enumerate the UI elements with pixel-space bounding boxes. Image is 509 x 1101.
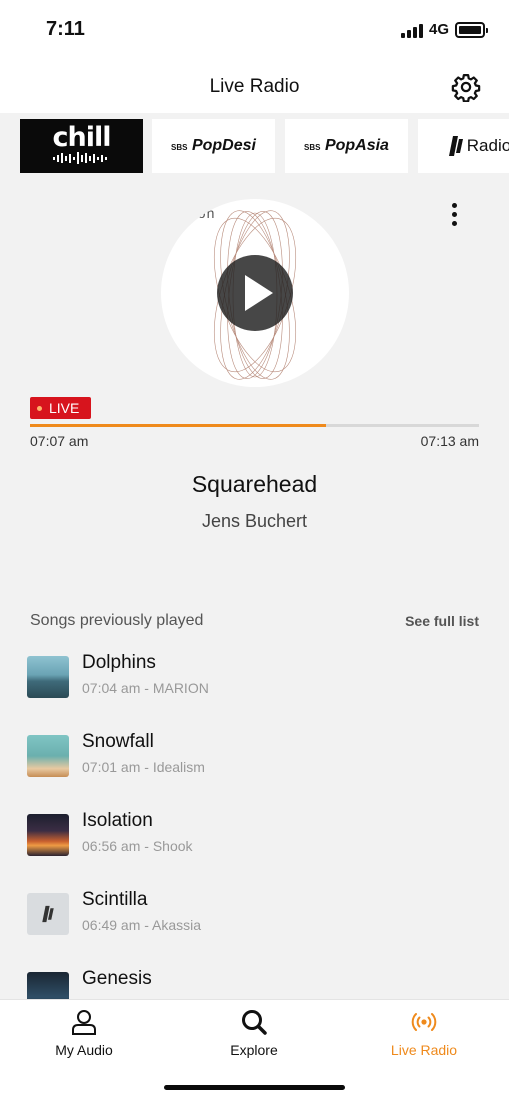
person-icon [72,1010,96,1035]
song-title: Scintilla [82,889,148,910]
progress-bar[interactable] [30,424,479,427]
page-title: Live Radio [209,76,300,97]
gear-icon [451,74,481,103]
song-meta: 06:49 am - Akassia [82,917,202,933]
song-thumbnail [27,735,69,777]
song-title: Isolation [82,810,153,831]
live-badge: LIVE [30,397,91,419]
broadcast-icon [411,1013,437,1031]
song-row[interactable]: Isolation 06:56 am - Shook [27,810,487,870]
header: Live Radio [0,60,509,113]
tab-live-radio[interactable]: Live Radio [364,1008,484,1058]
song-row[interactable]: Dolphins 07:04 am - MARION [27,652,487,712]
station-radio[interactable]: Radio [418,119,509,173]
more-options-button[interactable] [444,203,464,227]
song-thumbnail [27,893,69,935]
song-thumbnail [27,814,69,856]
waveform-icon [52,151,107,164]
play-button[interactable] [217,255,293,331]
song-row[interactable]: Snowfall 07:01 am - Idealism [27,731,487,791]
song-title: Genesis [82,968,152,989]
end-time: 07:13 am [420,433,479,449]
radio-logo: Radio [448,135,509,157]
play-icon [245,275,273,311]
track-title: Squarehead [191,471,318,497]
tab-my-audio[interactable]: My Audio [24,1008,144,1058]
tab-explore[interactable]: Explore [194,1008,314,1058]
network-label: 4G [429,21,450,38]
station-popdesi[interactable]: SBS PopDesi [152,119,275,173]
album-art-text: oon [189,205,216,221]
song-meta: 07:01 am - Idealism [82,759,205,775]
chill-logo: chill [52,124,112,169]
sbs-mark-icon [448,136,463,156]
track-artist: Jens Buchert [201,511,308,531]
search-icon [242,1010,267,1035]
settings-button[interactable] [451,72,481,103]
start-time: 07:07 am [30,433,89,449]
song-thumbnail [27,656,69,698]
signal-icon [401,24,423,38]
tab-label: Live Radio [390,1042,458,1058]
status-bar: 7:11 4G [0,0,509,60]
song-meta: 07:04 am - MARION [82,680,209,696]
song-title: Dolphins [82,652,156,673]
sbs-mark-icon [42,905,54,923]
battery-icon [455,22,488,38]
tab-label: Explore [230,1042,278,1058]
song-meta: 06:56 am - Shook [82,838,193,854]
popdesi-logo: SBS PopDesi [171,137,256,154]
station-chill[interactable]: chill [20,119,143,173]
home-indicator [164,1085,345,1090]
song-title: Snowfall [82,731,154,752]
history-header: Songs previously played See full list [30,612,479,630]
live-dot-icon [37,405,42,411]
progress-fill [30,424,327,427]
popasia-logo: SBS PopAsia [304,137,389,154]
station-strip: chill SBS PopDesi SBS PopAsia Radio [0,113,509,179]
song-row[interactable]: Scintilla 06:49 am - Akassia [27,889,487,949]
status-time: 7:11 [46,18,85,40]
station-popasia[interactable]: SBS PopAsia [285,119,408,173]
tab-label: My Audio [55,1042,113,1058]
see-full-list-link[interactable]: See full list [405,613,479,629]
